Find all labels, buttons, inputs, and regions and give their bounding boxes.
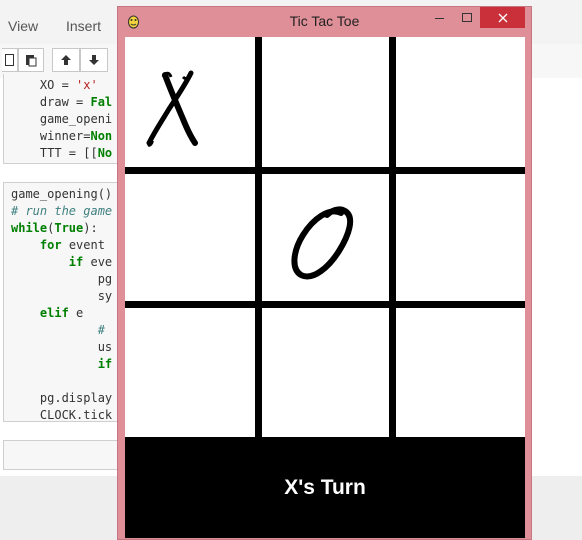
- arrow-down-icon: [89, 55, 99, 65]
- paste-button[interactable]: [18, 48, 44, 72]
- copy-icon: [5, 54, 14, 66]
- board-cell-r3c2[interactable]: [259, 305, 389, 435]
- move-down-button[interactable]: [80, 48, 108, 72]
- grid-line: [125, 167, 525, 174]
- board-cell-r2c1[interactable]: [125, 171, 255, 301]
- empty-code-cell[interactable]: [3, 440, 123, 470]
- board-cell-r1c2[interactable]: [259, 37, 389, 167]
- minimize-button[interactable]: [424, 7, 454, 28]
- minimize-icon: [434, 18, 444, 19]
- board-cell-r2c2[interactable]: [259, 171, 389, 301]
- menu-view[interactable]: View: [8, 18, 38, 34]
- maximize-icon: [462, 13, 472, 22]
- move-up-button[interactable]: [52, 48, 80, 72]
- arrow-up-icon: [61, 55, 71, 65]
- grid-line: [125, 301, 525, 308]
- board-cell-r2c3[interactable]: [393, 171, 523, 301]
- copy-button[interactable]: [2, 48, 18, 72]
- board-cell-r1c3[interactable]: [393, 37, 523, 167]
- status-bar: X's Turn: [125, 437, 525, 538]
- window-titlebar[interactable]: Tic Tac Toe: [118, 7, 531, 37]
- turn-status: X's Turn: [284, 476, 366, 499]
- board-cell-r1c1[interactable]: [125, 37, 255, 167]
- maximize-button[interactable]: [454, 7, 480, 28]
- menu-insert[interactable]: Insert: [66, 18, 101, 34]
- grid-line: [389, 37, 396, 437]
- close-button[interactable]: [480, 7, 525, 28]
- game-canvas[interactable]: X's Turn: [125, 37, 525, 538]
- board-cell-r3c1[interactable]: [125, 305, 255, 435]
- grid-line: [255, 37, 262, 437]
- paste-icon: [26, 54, 37, 66]
- board-cell-r3c3[interactable]: [393, 305, 523, 435]
- game-window: Tic Tac Toe X's Turn: [117, 6, 532, 540]
- close-icon: [498, 13, 507, 22]
